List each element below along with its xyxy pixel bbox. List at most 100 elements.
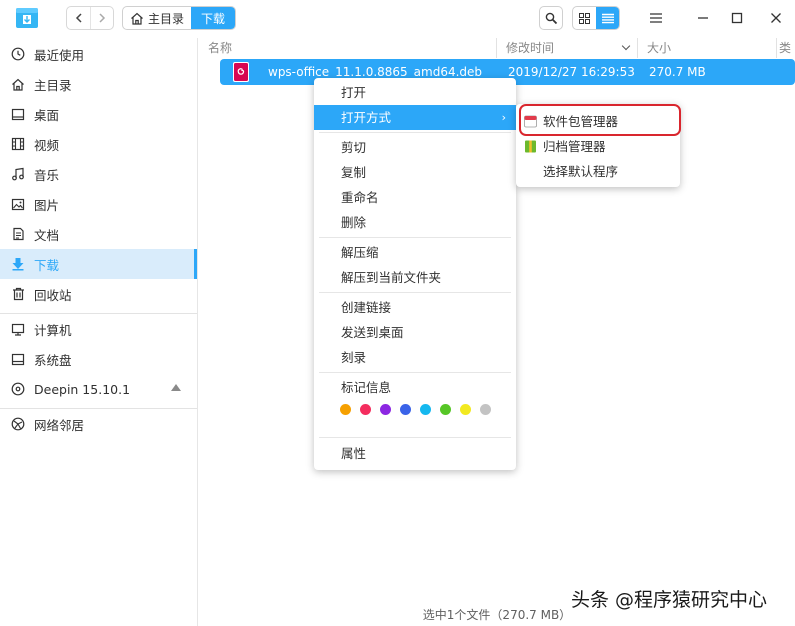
network-icon: [10, 416, 26, 432]
menu-item-create-link[interactable]: 创建链接: [314, 295, 516, 320]
icon-view-button[interactable]: [573, 7, 596, 29]
computer-icon: [10, 321, 26, 337]
tag-color-orange[interactable]: [340, 404, 351, 415]
tag-color-green[interactable]: [440, 404, 451, 415]
minimize-button[interactable]: [690, 6, 716, 30]
maximize-icon: [731, 12, 743, 24]
title-bar: 主目录 下载: [0, 0, 795, 38]
download-icon: [10, 256, 26, 272]
file-name: wps-office_11.1.0.8865_amd64.deb: [268, 65, 483, 79]
sidebar-item-label: 图片: [34, 197, 60, 213]
file-manager-logo-icon[interactable]: [14, 6, 40, 30]
menu-item-burn[interactable]: 刻录: [314, 345, 516, 370]
tag-color-cyan[interactable]: [420, 404, 431, 415]
menu-item-send-to-desktop[interactable]: 发送到桌面: [314, 320, 516, 345]
sidebar-item-label: 视频: [34, 137, 60, 153]
menu-item-open-with-label: 打开方式: [341, 110, 392, 125]
tag-color-yellow[interactable]: [460, 404, 471, 415]
sidebar-item-documents[interactable]: 文档: [0, 219, 197, 249]
eject-icon[interactable]: [171, 384, 181, 391]
menu-item-extract[interactable]: 解压缩: [314, 240, 516, 265]
desktop-icon: [10, 106, 26, 122]
sidebar-item-label: 桌面: [34, 107, 60, 123]
sidebar-item-label: 系统盘: [34, 352, 72, 368]
music-icon: [10, 166, 26, 182]
sidebar-item-desktop[interactable]: 桌面: [0, 99, 197, 129]
chevron-left-icon: [75, 13, 82, 23]
column-size[interactable]: 大小: [638, 38, 777, 58]
breadcrumb-home[interactable]: 主目录: [123, 7, 191, 29]
menu-item-extract-here[interactable]: 解压到当前文件夹: [314, 265, 516, 290]
sidebar-item-label: 回收站: [34, 287, 72, 303]
home-icon: [131, 12, 143, 25]
list-view-button[interactable]: [596, 7, 619, 29]
chevron-right-icon: ›: [501, 111, 506, 124]
sidebar-item-label: 最近使用: [34, 47, 85, 63]
list-icon: [601, 13, 614, 23]
menu-item-properties[interactable]: 属性: [314, 441, 516, 466]
column-modified[interactable]: 修改时间: [497, 38, 638, 58]
trash-icon: [10, 286, 26, 302]
sidebar-item-system-disk[interactable]: 系统盘: [0, 344, 197, 374]
chevron-right-icon: [99, 13, 106, 23]
sidebar-item-deepin-disc[interactable]: Deepin 15.10.1: [0, 374, 197, 404]
sidebar-item-label: 计算机: [34, 322, 72, 338]
hamburger-icon: [650, 13, 662, 23]
menu-item-rename[interactable]: 重命名: [314, 185, 516, 210]
close-button[interactable]: [763, 6, 789, 30]
menu-item-delete[interactable]: 删除: [314, 210, 516, 235]
sidebar-item-downloads[interactable]: 下载: [0, 249, 197, 279]
breadcrumb-current-label: 下载: [201, 11, 226, 26]
view-mode-toggle: [572, 6, 620, 30]
disk-icon: [10, 351, 26, 367]
annotation-highlight-box: [519, 104, 681, 136]
menu-item-open[interactable]: 打开: [314, 80, 516, 105]
tag-color-gray[interactable]: [480, 404, 491, 415]
menu-item-open-with[interactable]: 打开方式 ›: [314, 105, 516, 130]
menu-divider: [319, 132, 511, 133]
search-icon: [545, 12, 557, 24]
sidebar-item-label: Deepin 15.10.1: [34, 381, 131, 397]
menu-item-copy[interactable]: 复制: [314, 160, 516, 185]
search-button[interactable]: [539, 6, 563, 30]
archive-manager-icon: [525, 140, 536, 153]
submenu-item-choose-default[interactable]: 选择默认程序: [516, 159, 680, 184]
home-icon: [10, 76, 26, 92]
column-header: 名称 修改时间 大小 类: [199, 38, 795, 58]
tag-color-blue[interactable]: [400, 404, 411, 415]
tag-color-purple[interactable]: [380, 404, 391, 415]
document-icon: [10, 226, 26, 242]
watermark: 头条 @程序猿研究中心: [571, 589, 768, 611]
menu-item-cut[interactable]: 剪切: [314, 135, 516, 160]
sidebar-item-home[interactable]: 主目录: [0, 69, 197, 99]
sidebar-item-computer[interactable]: 计算机: [0, 314, 197, 344]
tag-color-picker: [340, 404, 500, 415]
sidebar-item-videos[interactable]: 视频: [0, 129, 197, 159]
deb-package-icon: [233, 62, 249, 82]
disc-icon: [10, 381, 26, 397]
clock-icon: [10, 46, 26, 62]
tag-color-red[interactable]: [360, 404, 371, 415]
sidebar-item-label: 文档: [34, 227, 60, 243]
back-button[interactable]: [67, 7, 90, 29]
sidebar-item-label: 网络邻居: [34, 417, 85, 433]
submenu-item-archive-manager[interactable]: 归档管理器: [516, 134, 680, 159]
column-modified-label: 修改时间: [506, 41, 555, 55]
sidebar-item-trash[interactable]: 回收站: [0, 279, 197, 309]
maximize-button[interactable]: [724, 6, 750, 30]
column-name[interactable]: 名称: [199, 38, 497, 58]
breadcrumb: 主目录 下载: [122, 6, 237, 30]
sidebar-item-music[interactable]: 音乐: [0, 159, 197, 189]
menu-divider: [319, 237, 511, 238]
sidebar-item-recent[interactable]: 最近使用: [0, 39, 197, 69]
sidebar-item-network[interactable]: 网络邻居: [0, 409, 197, 439]
navigation-buttons: [66, 6, 114, 30]
forward-button[interactable]: [90, 7, 113, 29]
close-icon: [771, 13, 781, 23]
breadcrumb-current[interactable]: 下载: [191, 7, 236, 29]
picture-icon: [10, 196, 26, 212]
menu-item-tag-info[interactable]: 标记信息: [314, 375, 516, 400]
menu-button[interactable]: [643, 6, 669, 30]
column-type[interactable]: 类: [777, 38, 795, 58]
sidebar-item-pictures[interactable]: 图片: [0, 189, 197, 219]
